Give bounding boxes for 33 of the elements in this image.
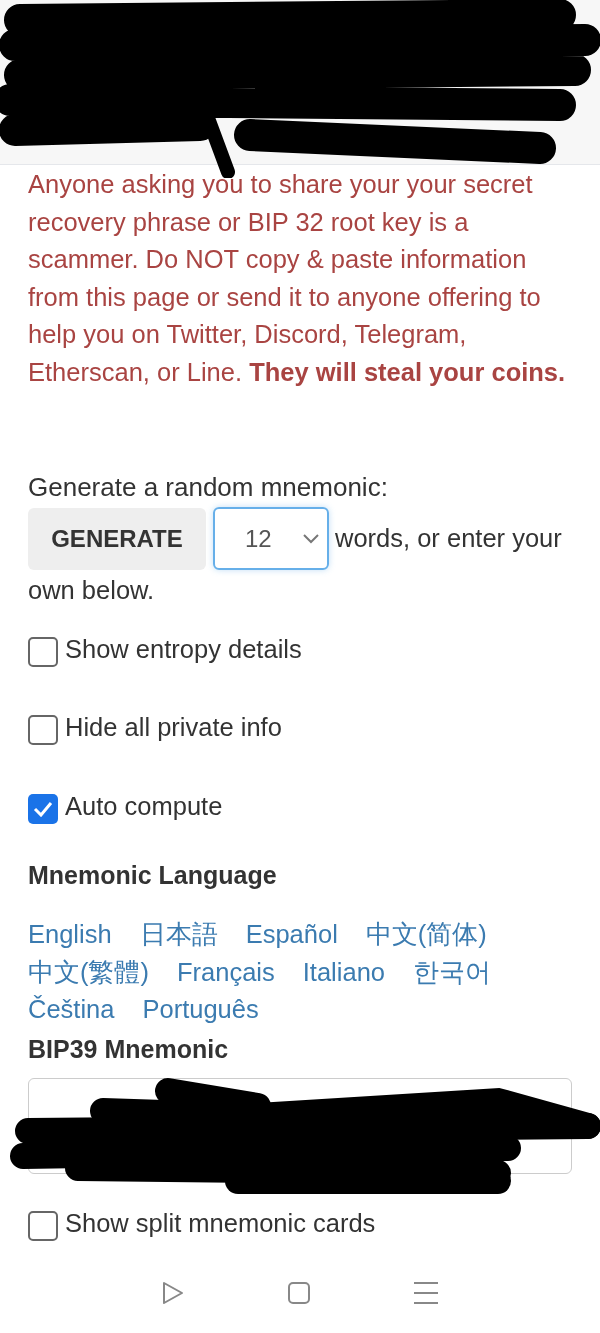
home-button[interactable] <box>287 1281 311 1305</box>
checkbox-label: Hide all private info <box>65 712 282 744</box>
section-heading: BIP39 Mnemonic <box>28 1033 230 1065</box>
language-link[interactable]: 日本語 <box>139 916 218 954</box>
language-link[interactable]: Italiano <box>302 953 385 992</box>
warning-text: Anyone asking you to share your your secret recovery phrase or BIP 32 root key is a scammer. Do NOT copy & paste information from this page or send it to anyone offering to help you on Twitter, Discord, Telegram, Etherscan, or Line. They will steal your coins. <box>28 169 567 388</box>
mnemonic-field[interactable] <box>28 1078 572 1175</box>
checkmark-icon <box>33 800 53 817</box>
back-button[interactable] <box>161 1281 185 1305</box>
prompt-text: Generate a random mnemonic: <box>28 471 389 503</box>
language-link[interactable]: 한국어 <box>413 953 491 992</box>
generate-button[interactable]: GENERATE <box>28 507 206 570</box>
checkbox-label: Show entropy details <box>65 634 302 665</box>
checkbox-label: Auto compute <box>65 790 223 822</box>
select-value: 12 <box>245 523 272 554</box>
checkbox[interactable] <box>28 637 58 668</box>
language-link[interactable]: 中文(简体) <box>365 916 487 954</box>
language-link[interactable]: Português <box>142 991 259 1029</box>
section-heading: Mnemonic Language <box>28 859 278 891</box>
checkbox[interactable] <box>28 1211 58 1242</box>
menu-button[interactable] <box>413 1281 439 1305</box>
word-count-select[interactable]: 12 <box>213 507 329 570</box>
language-link[interactable]: English <box>28 916 112 954</box>
instruction-text: own below. <box>28 575 156 606</box>
chevron-down-icon <box>303 533 319 544</box>
language-link[interactable]: 中文(繁體) <box>28 953 149 992</box>
language-link[interactable]: Español <box>245 916 338 954</box>
language-link[interactable]: Français <box>177 953 275 992</box>
language-link[interactable]: Čeština <box>28 991 115 1029</box>
checkbox-label: Show split mnemonic cards <box>65 1208 376 1240</box>
checkbox[interactable] <box>28 793 58 824</box>
checkbox[interactable] <box>28 715 58 746</box>
instruction-text: words, or enter your <box>335 523 562 555</box>
